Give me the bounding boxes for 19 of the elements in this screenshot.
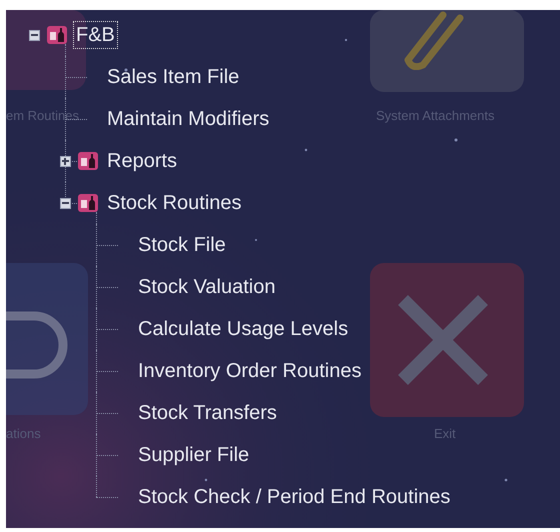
bottle-icon xyxy=(78,151,98,171)
tree-item[interactable]: Stock Valuation xyxy=(136,274,278,300)
tree-item[interactable]: Calculate Usage Levels xyxy=(136,316,350,342)
bottle-icon xyxy=(47,25,67,45)
tree-item[interactable]: Stock Transfers xyxy=(136,400,279,426)
tree-item[interactable]: Stock Check / Period End Routines xyxy=(136,484,452,510)
app-tile[interactable] xyxy=(370,263,524,417)
tree-item[interactable]: Reports xyxy=(105,148,180,174)
tree-item[interactable]: F&B xyxy=(74,22,117,48)
close-icon xyxy=(398,295,488,385)
tree-item[interactable]: Supplier File xyxy=(136,442,252,468)
tree-item[interactable]: Stock File xyxy=(136,232,228,258)
tree-item[interactable]: Inventory Order Routines xyxy=(136,358,364,384)
tree-item[interactable]: Stock Routines xyxy=(105,190,244,216)
app-tile[interactable] xyxy=(370,10,524,92)
tree-item[interactable]: Maintain Modifiers xyxy=(105,106,272,132)
rounded-shape-icon xyxy=(6,310,68,380)
tree-item[interactable]: Sales Item File xyxy=(105,64,242,90)
bottle-icon xyxy=(78,193,98,213)
